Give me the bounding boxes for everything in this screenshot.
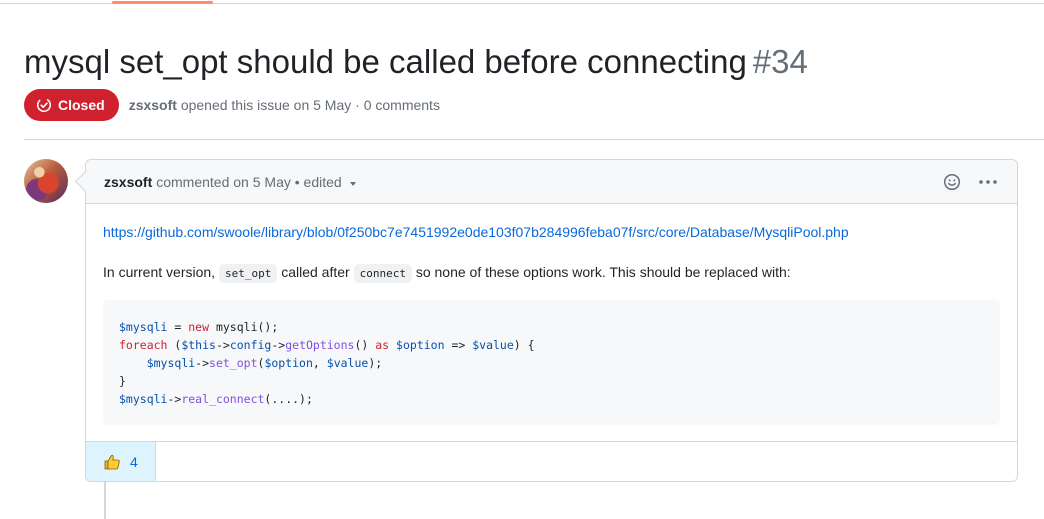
code-token: $mysqli	[119, 392, 168, 406]
comment-body: https://github.com/swoole/library/blob/0…	[86, 204, 1017, 425]
paragraph-text-2: called after	[281, 264, 350, 280]
issue-closed-icon	[36, 97, 52, 113]
reaction-count: 4	[130, 453, 138, 470]
code-token: $option	[264, 356, 313, 370]
kebab-horizontal-icon	[979, 180, 997, 184]
code-line: $mysqli->set_opt($option, $value);	[146, 356, 383, 370]
comment-date-text: commented on 5 May • edited	[156, 173, 342, 190]
reactions-bar: 4	[86, 441, 1017, 481]
code-token: $mysqli	[146, 356, 196, 370]
inline-code-set-opt: set_opt	[218, 264, 278, 283]
smiley-icon	[943, 173, 961, 191]
code-token: config	[229, 338, 272, 352]
header-divider	[24, 139, 1044, 140]
issue-title: mysql set_opt should be called before co…	[24, 40, 1024, 84]
thumbs-up-icon	[104, 454, 120, 469]
comment-paragraph: In current version, set_opt called after…	[103, 262, 1000, 284]
code-line: }	[119, 374, 126, 388]
code-token: as	[375, 338, 390, 352]
code-line: $mysqli = new mysqli();	[119, 320, 279, 334]
issue-header: mysql set_opt should be called before co…	[24, 40, 1024, 84]
code-token: $value	[472, 338, 514, 352]
issue-opened-text: opened this issue on 5 May · 0 comments	[180, 97, 440, 113]
code-line: $mysqli->real_connect(....);	[119, 392, 313, 406]
triangle-down-icon	[349, 181, 356, 186]
comment-actions	[941, 160, 999, 204]
source-file-link[interactable]: https://github.com/swoole/library/blob/0…	[103, 222, 849, 242]
state-badge: Closed	[24, 89, 119, 121]
issue-meta: Closed zsxsoft opened this issue on 5 Ma…	[24, 89, 440, 121]
code-token: $this	[181, 338, 216, 352]
code-token: $mysqli	[119, 320, 168, 334]
issue-author-link[interactable]: zsxsoft	[129, 97, 177, 113]
code-token: foreach	[119, 338, 168, 352]
issue-number: #34	[752, 43, 808, 80]
code-token: new	[188, 320, 210, 334]
code-token: real_connect	[181, 392, 265, 406]
comment-header: zsxsoft commented on 5 May • edited	[86, 160, 1017, 204]
thumbs-up-reaction-button[interactable]: 4	[86, 442, 156, 481]
timeline-line	[104, 482, 106, 519]
paragraph-text-1: In current version,	[103, 264, 216, 280]
active-tab-indicator	[112, 1, 213, 4]
code-line: foreach ($this->config->getOptions() as …	[119, 338, 535, 352]
state-label: Closed	[58, 97, 105, 113]
paragraph-text-3: so none of these options work. This shou…	[415, 264, 791, 280]
more-options-button[interactable]	[977, 171, 999, 193]
comment-author-link[interactable]: zsxsoft	[104, 174, 152, 190]
code-token: set_opt	[209, 356, 258, 370]
issue-title-text: mysql set_opt should be called before co…	[24, 43, 747, 80]
inline-code-connect: connect	[353, 264, 412, 283]
avatar[interactable]	[24, 159, 68, 203]
issue-meta-text: zsxsoft opened this issue on 5 May · 0 c…	[129, 97, 440, 113]
code-token: $option	[396, 338, 445, 352]
code-block: $mysqli = new mysqli(); foreach ($this->c…	[103, 300, 1000, 425]
comment-box: zsxsoft commented on 5 May • edited http…	[85, 159, 1018, 482]
code-token: $value	[326, 356, 369, 370]
comment-edited-toggle[interactable]: commented on 5 May • edited	[156, 173, 356, 190]
add-reaction-button[interactable]	[941, 171, 963, 193]
code-token: getOptions	[285, 338, 355, 352]
